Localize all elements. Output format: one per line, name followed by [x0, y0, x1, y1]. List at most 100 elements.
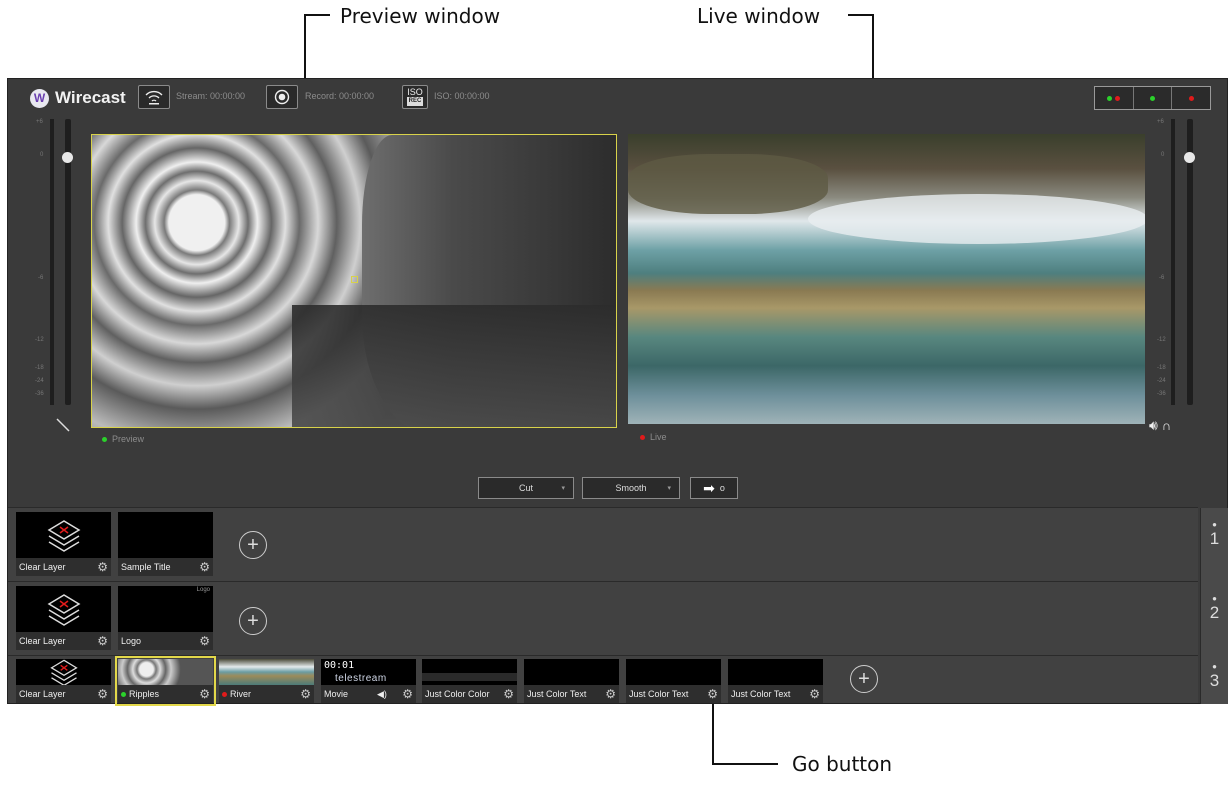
clear-layer-icon [47, 520, 81, 552]
status-dot [1115, 95, 1121, 101]
preview-label-text: Preview [112, 434, 145, 444]
shot-name: Just Color Text [731, 689, 791, 699]
mute-line-icon[interactable] [55, 417, 71, 433]
live-indicator-dot [640, 434, 645, 440]
gear-icon[interactable]: ⚙ [605, 687, 616, 701]
gear-icon[interactable]: ⚙ [199, 634, 210, 648]
shot-ripples[interactable]: Ripples ⚙ [115, 656, 216, 706]
status-indicators[interactable] [1094, 86, 1211, 110]
gear-icon[interactable]: ⚙ [503, 687, 514, 701]
gear-icon[interactable]: ⚙ [97, 687, 108, 701]
layer-row-3: Clear Layer ⚙ Ripples ⚙ River ⚙ 00:01 te… [8, 655, 1228, 706]
preview-callout-line-h [304, 14, 330, 16]
preview-window[interactable] [91, 134, 617, 428]
shot-clear-layer[interactable]: Clear Layer ⚙ [16, 659, 111, 703]
right-volume-knob[interactable] [1184, 152, 1195, 163]
shot-sample-title[interactable]: Sample Title ⚙ [118, 512, 213, 576]
add-shot-button[interactable]: + [239, 531, 267, 559]
shot-name: Just Color Text [527, 689, 587, 699]
stream-timer: Stream: 00:00:00 [176, 91, 246, 101]
gear-icon[interactable]: ⚙ [707, 687, 718, 701]
status-dot [1107, 95, 1113, 101]
shot-thumbnail: 00:01 telestream [321, 659, 416, 685]
meter-tick: -6 [38, 275, 44, 281]
iso-record-button[interactable]: ISO REC [402, 85, 428, 109]
logo-thumb-text: Logo [196, 587, 210, 593]
gear-icon[interactable]: ⚙ [199, 560, 210, 574]
gear-icon[interactable]: ⚙ [97, 634, 108, 648]
layer-number-3[interactable]: ● 3 [1200, 656, 1228, 704]
stream-button[interactable] [138, 85, 170, 109]
shot-thumbnail: Logo [118, 586, 213, 632]
meter-tick: 0 [1161, 152, 1165, 158]
live-callout-line-h [848, 14, 874, 16]
preview-center-marker [351, 276, 358, 283]
shot-name: Clear Layer [19, 636, 66, 646]
shot-thumbnail [728, 659, 823, 685]
live-label-text: Live [650, 432, 667, 442]
layer-number-1[interactable]: ● 1 [1200, 508, 1228, 582]
meter-tick: -36 [35, 391, 44, 397]
stream-wifi-icon [145, 90, 163, 105]
meter-tick: -6 [1159, 275, 1165, 281]
speaker-icon[interactable]: 🔊︎ [1149, 417, 1158, 433]
gear-icon[interactable]: ⚙ [809, 687, 820, 701]
gear-icon[interactable]: ⚙ [402, 687, 413, 701]
shot-logo[interactable]: Logo Logo ⚙ [118, 586, 213, 650]
layer-number-2[interactable]: ● 2 [1200, 582, 1228, 656]
shot-thumbnail [118, 512, 213, 558]
shot-clear-layer[interactable]: Clear Layer ⚙ [16, 586, 111, 650]
left-audio-meter: +6 0 -6 -12 -18 -24 -36 [35, 119, 56, 411]
speaker-icon[interactable]: ◀) [377, 689, 387, 700]
live-label: Live [640, 432, 667, 442]
shot-just-color-color[interactable]: Just Color Color ⚙ [422, 659, 517, 703]
live-window[interactable] [628, 134, 1145, 424]
shot-movie[interactable]: 00:01 telestream Movie ◀) ⚙ [321, 659, 416, 703]
layer-dot-icon: ● [1212, 662, 1217, 671]
shot-just-color-text[interactable]: Just Color Text ⚙ [728, 659, 823, 703]
add-shot-button[interactable]: + [239, 607, 267, 635]
meter-tick: +6 [1157, 119, 1164, 125]
go-circle-icon: o [719, 483, 725, 493]
transition-smooth-dropdown[interactable]: Smooth ▾ [582, 477, 680, 499]
iso-top-text: ISO [407, 87, 423, 97]
add-shot-button[interactable]: + [850, 665, 878, 693]
left-volume-slider[interactable] [62, 119, 73, 405]
left-meter-bar [50, 119, 54, 405]
shot-river[interactable]: River ⚙ [219, 659, 314, 703]
meter-tick: -18 [1157, 365, 1166, 371]
layer-number-text: 1 [1209, 529, 1220, 548]
gear-icon[interactable]: ⚙ [300, 687, 311, 701]
iso-rec-icon: ISO REC [406, 87, 424, 106]
preview-indicator-dot [102, 436, 107, 442]
plus-icon: + [858, 668, 870, 690]
left-volume-knob[interactable] [62, 152, 73, 163]
stream-status-indicator[interactable] [1095, 87, 1134, 109]
audio-controls: 🔊︎ ∩ [1149, 417, 1171, 434]
shot-thumbnail [219, 659, 314, 685]
gear-icon[interactable]: ⚙ [199, 687, 210, 701]
shot-thumbnail [16, 512, 111, 558]
go-button[interactable]: ➡ o [690, 477, 738, 499]
shot-name: Just Color Color [425, 689, 490, 699]
shot-name: Sample Title [121, 562, 171, 572]
status-dot [121, 691, 126, 697]
iso-status-indicator[interactable] [1172, 87, 1210, 109]
gear-icon[interactable]: ⚙ [97, 560, 108, 574]
layer-number-text: 3 [1209, 671, 1220, 690]
status-dot [1188, 95, 1194, 101]
record-status-indicator[interactable] [1134, 87, 1173, 109]
shot-just-color-text[interactable]: Just Color Text ⚙ [626, 659, 721, 703]
shot-clear-layer[interactable]: Clear Layer ⚙ [16, 512, 111, 576]
right-audio-meter: +6 0 -6 -12 -18 -24 -36 [1157, 119, 1185, 411]
right-volume-slider[interactable] [1184, 119, 1195, 405]
clear-layer-icon [50, 659, 78, 685]
plus-icon: + [247, 534, 259, 556]
layer-number-text: 2 [1209, 603, 1220, 622]
transition-cut-dropdown[interactable]: Cut ▾ [478, 477, 574, 499]
app-name: Wirecast [55, 88, 126, 107]
record-button[interactable] [266, 85, 298, 109]
shot-just-color-text[interactable]: Just Color Text ⚙ [524, 659, 619, 703]
headphones-icon[interactable]: ∩ [1162, 418, 1171, 433]
preview-label: Preview [102, 434, 144, 444]
